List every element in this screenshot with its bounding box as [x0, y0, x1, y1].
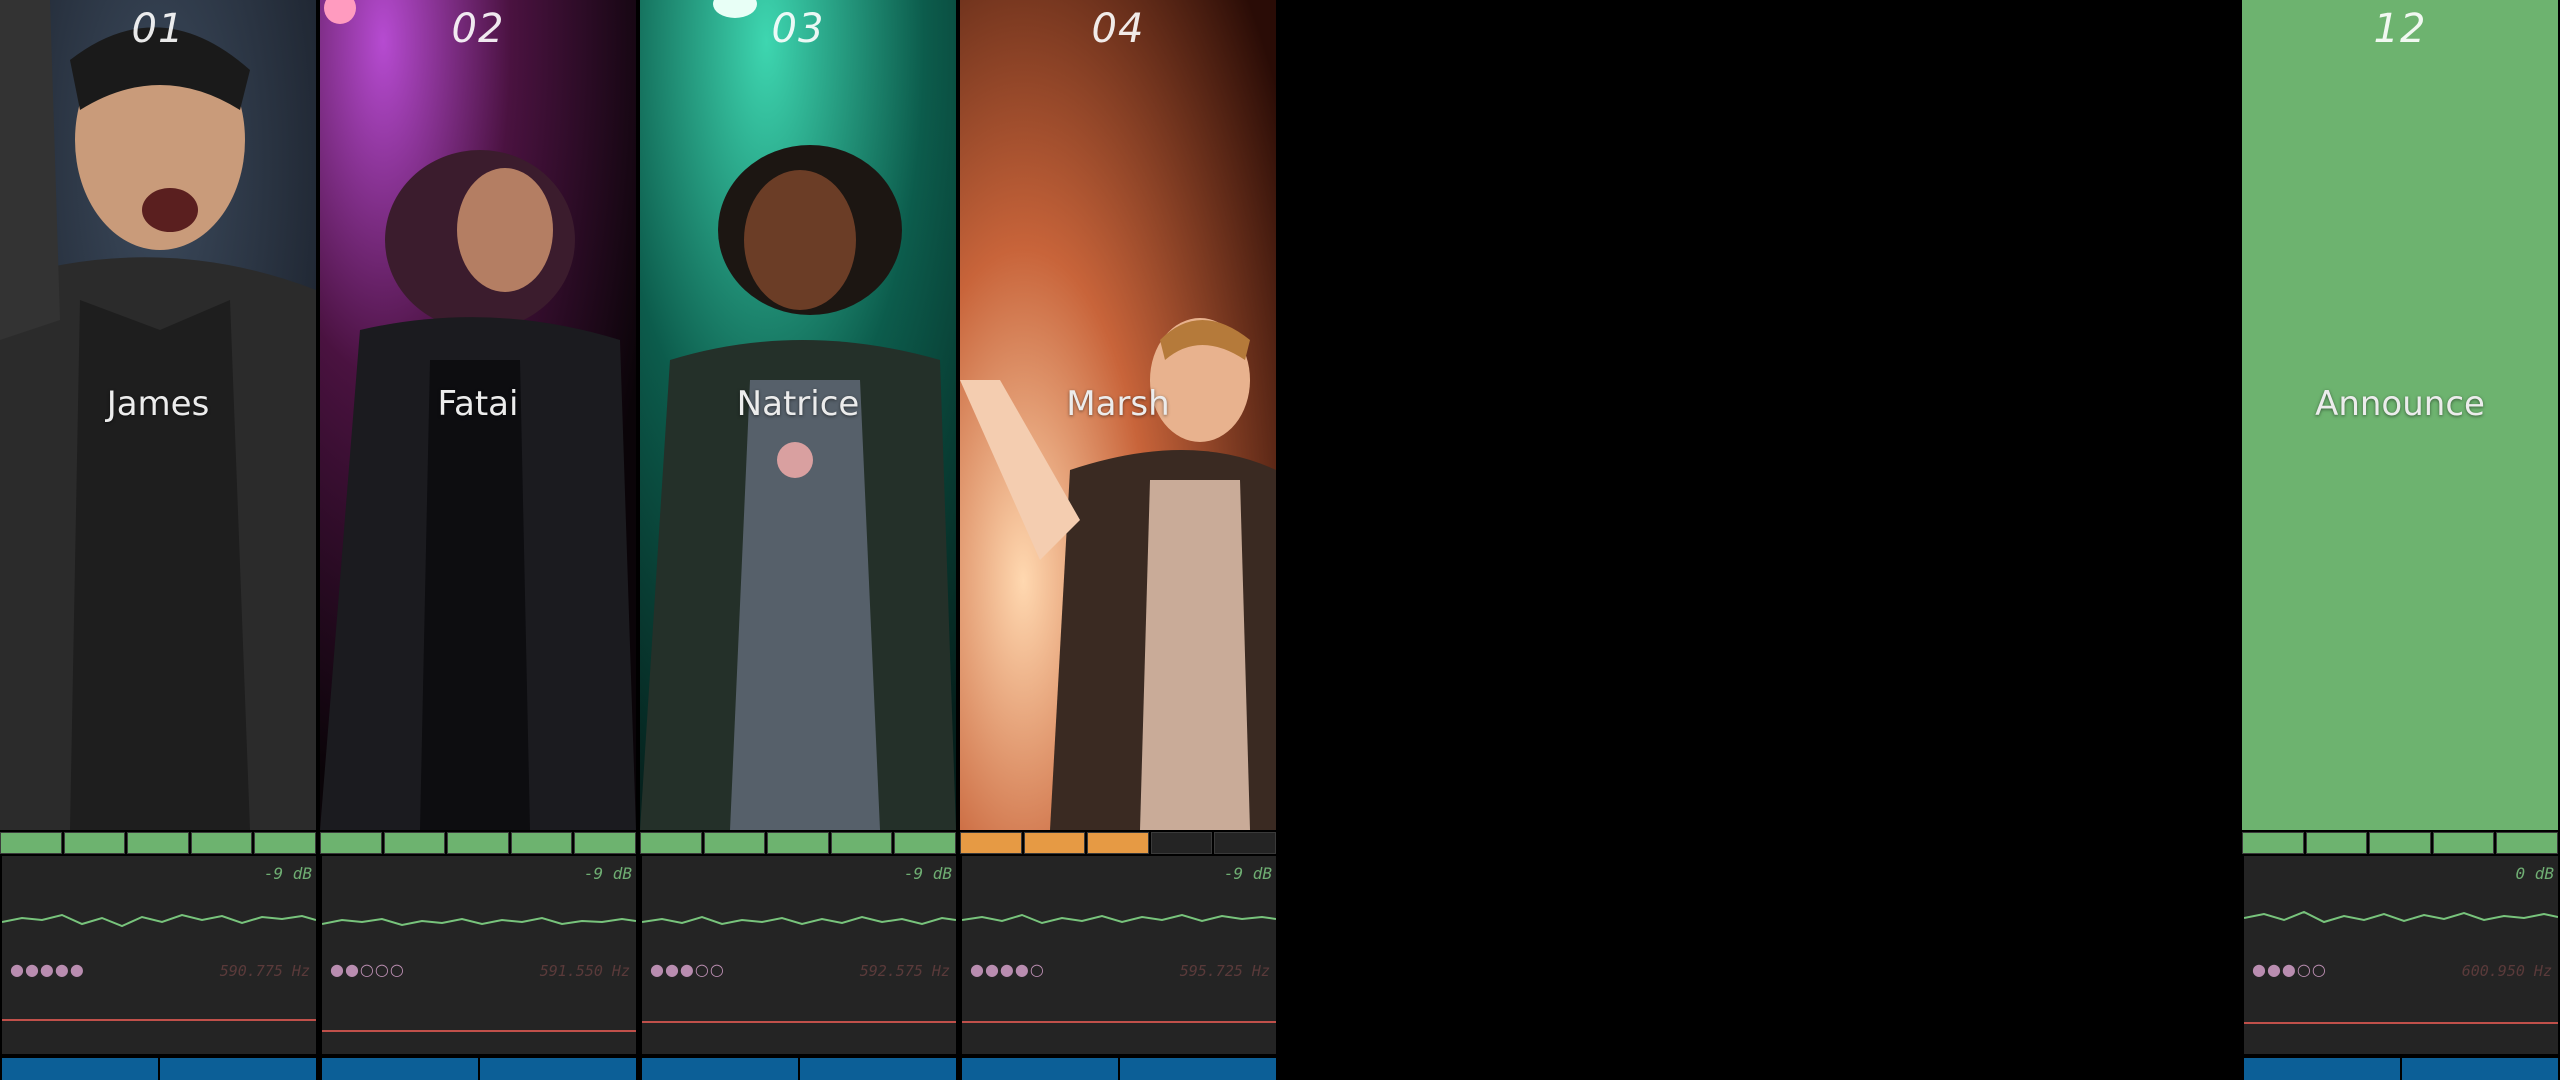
channel-panel: -9 dB ●●●●● 590.775 Hz	[2, 856, 316, 1054]
gain-readout: 0 dB	[2515, 864, 2554, 883]
meter-segment	[2305, 832, 2368, 854]
signal-dots: ●●●○○	[650, 960, 725, 979]
waveform	[642, 915, 956, 926]
waveform	[322, 916, 636, 927]
channel-name: Marsh	[1066, 384, 1170, 424]
control-button-right[interactable]	[2402, 1058, 2558, 1080]
waveform	[2, 913, 316, 928]
channel-controls[interactable]	[642, 1058, 956, 1080]
meter-segment	[447, 832, 509, 854]
control-button-right[interactable]	[160, 1058, 316, 1080]
channel-name: James	[106, 384, 210, 424]
frequency-readout: 590.775 Hz	[219, 962, 310, 980]
gain-readout: -9 dB	[583, 864, 632, 883]
meter-segment	[2242, 832, 2304, 854]
control-button-left[interactable]	[642, 1058, 798, 1080]
channel-number: 03	[771, 6, 825, 52]
signal-dots: ●●●●●	[10, 960, 85, 979]
control-button-left[interactable]	[962, 1058, 1118, 1080]
meter-segment	[574, 832, 636, 854]
meter-segment	[894, 832, 956, 854]
meter-segment	[2496, 832, 2558, 854]
channel-number: 12	[2373, 6, 2427, 52]
meter-segment	[510, 832, 573, 854]
control-button-left[interactable]	[2244, 1058, 2400, 1080]
channel-01[interactable]: 01 James -9 dB ●●●●● 590.775 Hz	[0, 0, 316, 1080]
meter-segment	[703, 832, 766, 854]
channel-controls[interactable]	[2, 1058, 316, 1080]
waveform	[962, 913, 1276, 925]
meter-segment	[254, 832, 316, 854]
threshold-line	[322, 1030, 636, 1032]
signal-dots: ●●●●○	[970, 960, 1045, 979]
meter-segment	[960, 832, 1022, 854]
signal-dots: ●●○○○	[330, 960, 405, 979]
level-meter	[0, 832, 316, 854]
threshold-line	[2, 1019, 316, 1021]
threshold-line	[2244, 1022, 2558, 1024]
signal-dots: ●●●○○	[2252, 960, 2327, 979]
level-meter	[320, 832, 636, 854]
gain-readout: -9 dB	[1223, 864, 1272, 883]
level-meter	[960, 832, 1276, 854]
threshold-line	[962, 1021, 1276, 1023]
meter-segment	[640, 832, 702, 854]
meter-segment	[1023, 832, 1086, 854]
channel-name: Announce	[2315, 384, 2485, 424]
channel-panel: -9 dB ●●●●○ 595.725 Hz	[962, 856, 1276, 1054]
control-button-left[interactable]	[2, 1058, 158, 1080]
channel-controls[interactable]	[2244, 1058, 2558, 1080]
control-button-right[interactable]	[800, 1058, 956, 1080]
channel-12[interactable]: 12 Announce 0 dB ●●●○○ 600.950 Hz	[2242, 0, 2558, 1080]
channel-03[interactable]: 03 Natrice -9 dB ●●●○○ 592.575 Hz	[640, 0, 956, 1080]
meter-segment	[320, 832, 382, 854]
meter-segment	[830, 832, 893, 854]
frequency-readout: 600.950 Hz	[2461, 962, 2552, 980]
meter-segment	[767, 832, 829, 854]
control-button-right[interactable]	[480, 1058, 636, 1080]
channel-02[interactable]: 02 Fatai -9 dB ●●○○○ 591.550 Hz	[320, 0, 636, 1080]
channel-panel: -9 dB ●●○○○ 591.550 Hz	[322, 856, 636, 1054]
meter-segment	[383, 832, 446, 854]
channel-number: 04	[1091, 6, 1145, 52]
gain-readout: -9 dB	[903, 864, 952, 883]
meter-segment	[2432, 832, 2495, 854]
control-button-right[interactable]	[1120, 1058, 1276, 1080]
level-meter	[640, 832, 956, 854]
meter-segment	[1087, 832, 1149, 854]
channel-controls[interactable]	[322, 1058, 636, 1080]
threshold-line	[642, 1021, 956, 1023]
channel-panel: 0 dB ●●●○○ 600.950 Hz	[2244, 856, 2558, 1054]
channel-04[interactable]: 04 Marsh -9 dB ●●●●○ 595.725 Hz	[960, 0, 1276, 1080]
meter-segment	[190, 832, 253, 854]
frequency-readout: 591.550 Hz	[539, 962, 630, 980]
channel-number: 01	[131, 6, 185, 52]
channel-name: Fatai	[437, 384, 519, 424]
frequency-readout: 592.575 Hz	[859, 962, 950, 980]
meter-segment	[127, 832, 189, 854]
control-button-left[interactable]	[322, 1058, 478, 1080]
meter-segment	[63, 832, 126, 854]
frequency-readout: 595.725 Hz	[1179, 962, 1270, 980]
meter-segment	[1150, 832, 1213, 854]
waveform	[2244, 910, 2558, 924]
channel-number: 02	[451, 6, 505, 52]
channel-name: Natrice	[736, 384, 860, 424]
meter-segment	[0, 832, 62, 854]
gain-readout: -9 dB	[263, 864, 312, 883]
meter-segment	[2369, 832, 2431, 854]
meter-segment	[1214, 832, 1276, 854]
channel-panel: -9 dB ●●●○○ 592.575 Hz	[642, 856, 956, 1054]
channel-controls[interactable]	[962, 1058, 1276, 1080]
level-meter	[2242, 832, 2558, 854]
